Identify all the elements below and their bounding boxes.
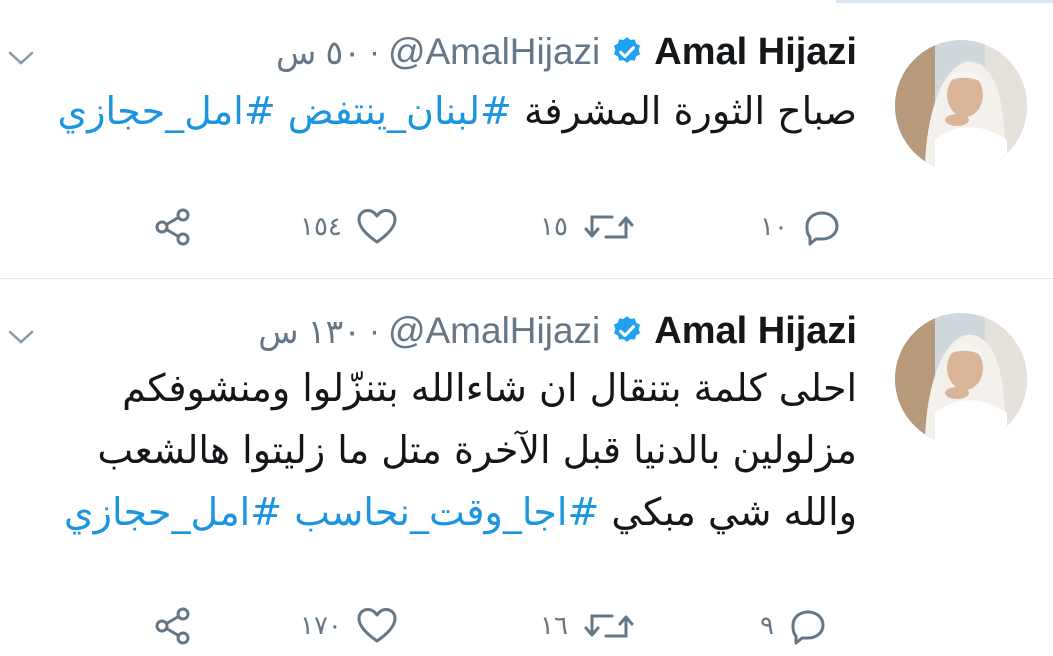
- tweet[interactable]: ٥٠ س · @AmalHijazi Amal Hijazi صباح الثو…: [0, 0, 1053, 279]
- retweet-icon: [584, 606, 634, 646]
- share-button[interactable]: [152, 601, 194, 651]
- reply-button[interactable]: ٩: [760, 601, 828, 651]
- share-icon: [152, 206, 194, 248]
- retweet-button[interactable]: ١٥: [540, 202, 634, 252]
- reply-icon: [802, 207, 842, 247]
- tweet-time[interactable]: ١٣٠ س: [258, 312, 361, 351]
- retweet-button[interactable]: ١٦: [540, 601, 634, 651]
- tweet-actions: ١٠ ١٥ ١٥٤: [0, 202, 1053, 252]
- avatar-image: [895, 40, 1027, 172]
- retweet-count: ١٦: [540, 611, 568, 641]
- tweet-header: ٥٠ س · @AmalHijazi Amal Hijazi: [276, 28, 857, 76]
- reply-button[interactable]: ١٠: [760, 202, 842, 252]
- share-button[interactable]: [152, 202, 194, 252]
- tweet-time[interactable]: ٥٠ س: [276, 33, 361, 72]
- tweet-actions: ٩ ١٦ ١٧٠: [0, 601, 1053, 651]
- tweet-text: احلى كلمة بتنقال ان شاءالله بتنزّلوا ومن…: [27, 357, 857, 543]
- like-button[interactable]: ١٧٠: [300, 601, 398, 651]
- avatar[interactable]: [895, 40, 1027, 172]
- retweet-count: ١٥: [540, 212, 568, 242]
- reply-count: ١٠: [760, 212, 788, 242]
- like-count: ١٥٤: [300, 212, 342, 242]
- author-handle[interactable]: @AmalHijazi: [388, 31, 600, 73]
- reply-count: ٩: [760, 611, 774, 641]
- avatar[interactable]: [895, 313, 1027, 445]
- hashtag-link[interactable]: #لبنان_ينتفض: [288, 89, 512, 133]
- author-name[interactable]: Amal Hijazi: [654, 31, 857, 74]
- chevron-down-icon[interactable]: [8, 50, 34, 66]
- like-icon: [356, 606, 398, 646]
- separator-dot: ·: [368, 33, 380, 70]
- chevron-down-icon[interactable]: [8, 329, 34, 345]
- share-icon: [152, 605, 194, 647]
- reply-icon: [788, 606, 828, 646]
- tweet-text-plain: صباح الثورة المشرفة: [523, 89, 857, 133]
- like-button[interactable]: ١٥٤: [300, 202, 398, 252]
- author-name[interactable]: Amal Hijazi: [654, 310, 857, 353]
- verified-badge-icon: [610, 35, 644, 69]
- tweet-header: ١٣٠ س · @AmalHijazi Amal Hijazi: [258, 307, 857, 355]
- hashtag-link[interactable]: #امل_حجازي: [64, 490, 282, 534]
- author-handle[interactable]: @AmalHijazi: [388, 310, 600, 352]
- hashtag-link[interactable]: #اجا_وقت_نحاسب: [294, 490, 599, 534]
- tweet[interactable]: ١٣٠ س · @AmalHijazi Amal Hijazi احلى كلم…: [0, 279, 1053, 656]
- verified-badge-icon: [610, 314, 644, 348]
- tweet-text: صباح الثورة المشرفة #لبنان_ينتفض #امل_حج…: [27, 80, 857, 142]
- like-count: ١٧٠: [300, 611, 342, 641]
- hashtag-link[interactable]: #امل_حجازي: [57, 89, 275, 133]
- retweet-icon: [584, 207, 634, 247]
- separator-dot: ·: [368, 312, 380, 349]
- avatar-image: [895, 313, 1027, 445]
- like-icon: [356, 207, 398, 247]
